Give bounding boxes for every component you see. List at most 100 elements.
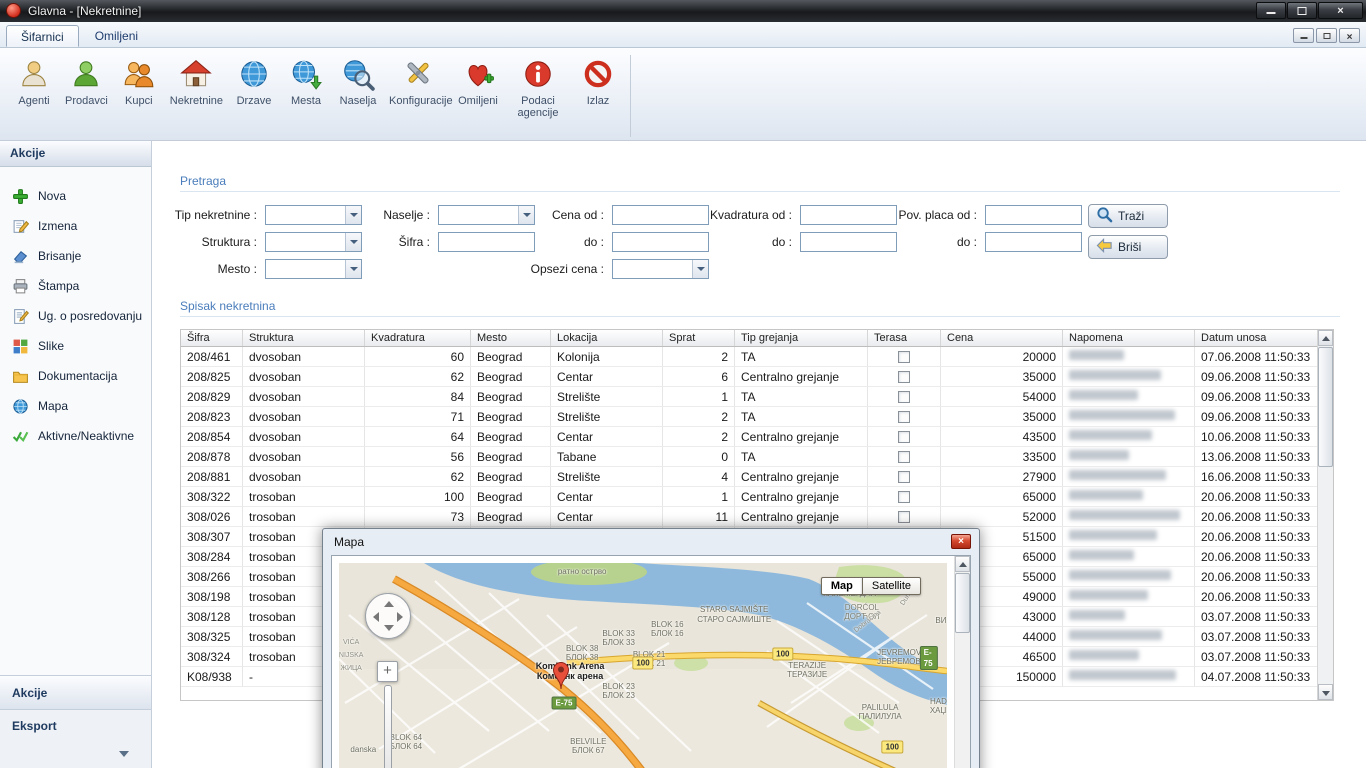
map-window-scrollbar[interactable] [954, 556, 970, 768]
table-row[interactable]: 208/854dvosoban64BeogradCentar2Centralno… [181, 427, 1333, 447]
search-mesto-combo[interactable] [265, 259, 362, 279]
cell-cena: 65000 [941, 487, 1063, 507]
column-header-lokacija[interactable]: Lokacija [551, 330, 663, 346]
cell-mesto: Beograd [471, 507, 551, 527]
ribbon-item-kupci[interactable]: Kupci [113, 55, 165, 109]
column-header-mesto[interactable]: Mesto [471, 330, 551, 346]
terasa-checkbox[interactable] [898, 431, 910, 443]
terasa-checkbox[interactable] [898, 471, 910, 483]
table-row[interactable]: 208/829dvosoban84BeogradStrelište1TA5400… [181, 387, 1333, 407]
table-row[interactable]: 208/878dvosoban56BeogradTabane0TA3350013… [181, 447, 1333, 467]
column-header-datum-unosa[interactable]: Datum unosa [1195, 330, 1318, 346]
checks-icon [12, 428, 29, 445]
map-scroll-up-icon[interactable] [955, 556, 970, 572]
map-canvas[interactable]: ратно острвоKALEMEGDAN КАЛЕМЕГДАНDORĆOL … [339, 563, 947, 768]
map-type-map-button[interactable]: Map [821, 577, 862, 595]
terasa-checkbox[interactable] [898, 351, 910, 363]
table-row[interactable]: 308/322trosoban100BeogradCentar1Centraln… [181, 487, 1333, 507]
buyers-icon [122, 57, 156, 91]
ribbon-item-naselja[interactable]: Naselja [332, 55, 384, 109]
mdi-close-button[interactable]: × [1339, 28, 1360, 43]
sidebar-item-ug-o-posredovanju[interactable]: Ug. o posredovanju [0, 301, 151, 331]
cell-napomena [1063, 387, 1195, 407]
scroll-down-icon[interactable] [1318, 684, 1333, 700]
sidebar-akcije-bar[interactable]: Akcije [0, 675, 151, 710]
sidebar-item-aktivne-neaktivne[interactable]: Aktivne/Neaktivne [0, 421, 151, 451]
table-row[interactable]: 208/825dvosoban62BeogradCentar6Centralno… [181, 367, 1333, 387]
tab-omiljeni[interactable]: Omiljeni [81, 25, 152, 47]
column-header-struktura[interactable]: Struktura [243, 330, 365, 346]
column-header-šifra[interactable]: Šifra [181, 330, 243, 346]
ribbon-item-prodavci[interactable]: Prodavci [60, 55, 113, 109]
sidebar-item-label: Ug. o posredovanju [38, 309, 142, 323]
ribbon-item-podaci-agencije[interactable]: Podaci agencije [504, 55, 572, 121]
terasa-checkbox[interactable] [898, 411, 910, 423]
sidebar-item-dokumentacija[interactable]: Dokumentacija [0, 361, 151, 391]
tab-šifarnici[interactable]: Šifarnici [6, 25, 79, 47]
globe-search-icon [341, 57, 375, 91]
map-zoom-slider[interactable] [384, 685, 392, 768]
terasa-checkbox[interactable] [898, 451, 910, 463]
maximize-button[interactable] [1287, 2, 1317, 19]
search-opsezi-cena-combo[interactable] [612, 259, 709, 279]
table-row[interactable]: 308/026trosoban73BeogradCentar11Centraln… [181, 507, 1333, 527]
search-do-input[interactable] [985, 232, 1082, 252]
map-scroll-thumb[interactable] [955, 573, 970, 633]
terasa-checkbox[interactable] [898, 371, 910, 383]
sidebar-item-label: Štampa [38, 279, 79, 293]
cell-kvadratura: 56 [365, 447, 471, 467]
table-row[interactable]: 208/881dvosoban62BeogradStrelište4Centra… [181, 467, 1333, 487]
ribbon-item-omiljeni[interactable]: Omiljeni [452, 55, 504, 109]
ribbon-item-konfiguracije[interactable]: Konfiguracije [384, 55, 452, 109]
search-label-opsezi-cena: Opsezi cena : [460, 262, 604, 276]
napomena-blurred-text [1069, 550, 1134, 560]
ribbon-item-nekretnine[interactable]: Nekretnine [165, 55, 228, 109]
cell-datum: 16.06.2008 11:50:33 [1195, 467, 1318, 487]
terasa-checkbox[interactable] [898, 391, 910, 403]
column-header-cena[interactable]: Cena [941, 330, 1063, 346]
terasa-checkbox[interactable] [898, 491, 910, 503]
info-icon [521, 57, 555, 91]
column-header-terasa[interactable]: Terasa [868, 330, 941, 346]
search-briši-button[interactable]: Briši [1088, 235, 1168, 259]
ribbon-item-mesta[interactable]: Mesta [280, 55, 332, 109]
combo-dropdown-button[interactable] [692, 260, 708, 278]
column-header-kvadratura[interactable]: Kvadratura [365, 330, 471, 346]
close-button[interactable]: × [1318, 2, 1363, 19]
map-type-satellite-button[interactable]: Satellite [862, 577, 921, 595]
minimize-button[interactable] [1256, 2, 1286, 19]
column-header-sprat[interactable]: Sprat [663, 330, 735, 346]
search-pov-placa-od-input[interactable] [985, 205, 1082, 225]
map-zoom-in-button[interactable]: + [377, 661, 398, 682]
scroll-up-icon[interactable] [1318, 330, 1333, 346]
map-window-title[interactable]: Mapa [323, 529, 979, 554]
sidebar-eksport[interactable]: Eksport [0, 710, 151, 742]
sidebar-item-slike[interactable]: Slike [0, 331, 151, 361]
table-scrollbar[interactable] [1317, 330, 1333, 700]
column-header-napomena[interactable]: Napomena [1063, 330, 1195, 346]
search-traži-button[interactable]: Traži [1088, 204, 1168, 228]
map-marker-icon[interactable] [551, 660, 571, 690]
search-icon [1096, 206, 1113, 226]
map-window-close-button[interactable]: × [951, 534, 971, 549]
mdi-restore-button[interactable] [1316, 28, 1337, 43]
scroll-thumb[interactable] [1318, 347, 1333, 467]
sidebar-chevron[interactable] [0, 742, 151, 768]
mdi-minimize-button[interactable] [1293, 28, 1314, 43]
sidebar-item-nova[interactable]: Nova [0, 181, 151, 211]
cell-sprat: 1 [663, 387, 735, 407]
ribbon-item-izlaz[interactable]: Izlaz [572, 55, 624, 109]
terasa-checkbox[interactable] [898, 511, 910, 523]
column-header-tip-grejanja[interactable]: Tip grejanja [735, 330, 868, 346]
map-window[interactable]: Mapa × [322, 528, 980, 768]
ribbon-item-drzave[interactable]: Drzave [228, 55, 280, 109]
cell-napomena [1063, 447, 1195, 467]
table-row[interactable]: 208/823dvosoban71BeogradStrelište2TA3500… [181, 407, 1333, 427]
combo-dropdown-button[interactable] [345, 260, 361, 278]
table-row[interactable]: 208/461dvosoban60BeogradKolonija2TA20000… [181, 347, 1333, 367]
cell-sifra: 308/128 [181, 607, 243, 627]
sidebar-item-mapa[interactable]: Mapa [0, 391, 151, 421]
map-pan-control[interactable] [365, 593, 411, 639]
cell-sifra: 208/881 [181, 467, 243, 487]
ribbon-item-agenti[interactable]: Agenti [8, 55, 60, 109]
